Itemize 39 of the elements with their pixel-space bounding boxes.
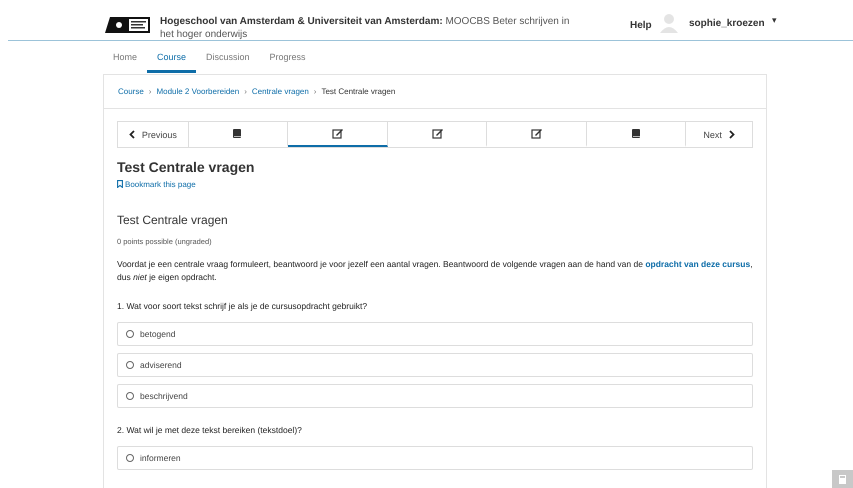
username-button[interactable]: sophie_kroezen	[689, 18, 765, 29]
problem-title: Test Centrale vragen	[117, 213, 229, 227]
course-title: Hogeschool van Amsterdam & Universiteit van Amsterdam: MOOCBS Beter schrijven in het hoger onderwijs	[160, 15, 570, 41]
radio-button[interactable]	[126, 454, 134, 462]
radio-button[interactable]	[126, 392, 134, 400]
chevron-right-icon	[728, 130, 735, 139]
edit-icon	[531, 128, 542, 139]
chevron-left-icon	[128, 130, 135, 139]
radio-button[interactable]	[126, 330, 134, 338]
nav-tab[interactable]: Home	[103, 41, 148, 73]
question-text: 2. Wat wil je met deze tekst bereiken (tekstdoel)?	[117, 425, 303, 435]
breadcrumb-separator: ›	[314, 87, 316, 96]
bookmark-icon	[117, 180, 123, 188]
unit-tab[interactable]	[288, 122, 388, 147]
question-text: 1. Wat voor soort tekst schrijf je als je de cursusopdracht gebruikt?	[117, 301, 368, 311]
answer-option[interactable]: adviserend	[117, 353, 753, 377]
nav-tab[interactable]: Progress	[260, 41, 316, 73]
help-link[interactable]: Help	[630, 20, 652, 31]
book-icon	[232, 128, 244, 139]
edit-icon	[332, 128, 343, 139]
breadcrumb-link[interactable]: Centrale vragen	[252, 87, 309, 96]
answer-option[interactable]: beschrijvend	[117, 384, 753, 408]
breadcrumb-current: Test Centrale vragen	[321, 87, 396, 96]
bookmark-button[interactable]: Bookmark this page	[117, 180, 196, 188]
page-title: Test Centrale vragen	[117, 159, 256, 175]
avatar-icon	[660, 13, 678, 33]
logo-icon[interactable]	[105, 17, 150, 33]
breadcrumb-separator: ›	[148, 87, 152, 96]
dropdown-caret[interactable]: ▾	[772, 15, 777, 25]
breadcrumb-link[interactable]: Module 2 Voorbereiden	[156, 87, 240, 96]
intro-paragraph: Voordat je een centrale vraag formuleert, beantwoord je voor jezelf een aantal vragen. Beantwoord de volgende vragen aan de hand van de opdracht van deze cursus, dus niet je eigen opdracht.	[117, 258, 753, 284]
breadcrumb-link[interactable]: Course	[118, 87, 144, 96]
radio-button[interactable]	[126, 361, 134, 369]
book-icon	[630, 128, 642, 139]
breadcrumb-separator: ›	[244, 87, 247, 96]
edit-icon	[432, 128, 442, 139]
nav-tab[interactable]: Discussion	[196, 41, 260, 73]
answer-option[interactable]: betogend	[117, 322, 753, 346]
answer-option[interactable]: informeren	[117, 446, 753, 470]
